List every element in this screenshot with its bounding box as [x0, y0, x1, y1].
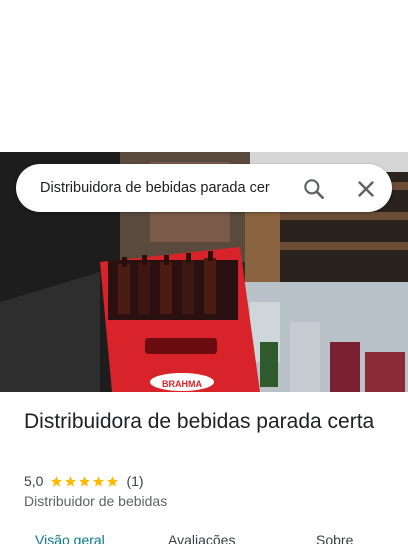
star-icon: [93, 475, 105, 487]
rating-row[interactable]: 5,0 (1): [24, 472, 144, 490]
review-count-link[interactable]: (1): [126, 473, 143, 489]
crate-brand-text: BRAHMA: [162, 379, 202, 389]
search-bar[interactable]: Distribuidora de bebidas parada cer: [16, 164, 392, 212]
star-icon: [51, 475, 63, 487]
search-icon[interactable]: [301, 176, 327, 202]
rating-value: 5,0: [24, 473, 44, 489]
search-input[interactable]: Distribuidora de bebidas parada cer: [40, 164, 303, 212]
place-title: Distribuidora de bebidas parada certa: [24, 410, 375, 433]
star-icon: [107, 475, 119, 487]
map-area-blank: [0, 0, 408, 152]
place-category[interactable]: Distribuidor de bebidas: [24, 493, 167, 509]
rating-stars: [50, 475, 120, 488]
tab-reviews[interactable]: Avaliações: [168, 530, 235, 544]
place-tabs: Visão geral Avaliações Sobre: [0, 530, 408, 544]
close-icon[interactable]: [353, 176, 379, 202]
tab-about[interactable]: Sobre: [316, 530, 353, 544]
tab-overview[interactable]: Visão geral: [35, 530, 105, 544]
star-icon: [65, 475, 77, 487]
star-icon: [79, 475, 91, 487]
